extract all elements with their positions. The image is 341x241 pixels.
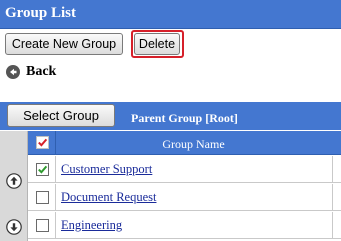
group-name-link[interactable]: Engineering <box>61 218 122 233</box>
table-row: Document Request <box>28 184 341 211</box>
title-bar: Group List <box>0 0 341 29</box>
row-checkbox-cell <box>28 184 56 210</box>
table-row: Engineering <box>28 212 341 239</box>
group-name-link[interactable]: Document Request <box>61 190 156 205</box>
table-row: Customer Support <box>28 156 341 183</box>
parent-group-label: Parent Group [Root] <box>131 111 238 125</box>
back-label: Back <box>26 64 57 79</box>
back-circle-arrow-icon <box>6 65 20 79</box>
column-header-group-name[interactable]: Group Name <box>56 137 331 152</box>
row-checkbox-cell <box>28 156 56 182</box>
row-checkbox[interactable] <box>36 163 49 176</box>
select-group-button[interactable]: Select Group <box>7 104 115 127</box>
select-all-cell <box>28 131 56 155</box>
table-header: Group Name <box>28 131 341 155</box>
delete-button[interactable]: Delete <box>134 33 180 55</box>
row-checkbox[interactable] <box>36 191 49 204</box>
row-tail-cell <box>332 156 341 182</box>
group-name-link[interactable]: Customer Support <box>61 162 152 177</box>
create-new-group-button[interactable]: Create New Group <box>5 33 123 55</box>
row-tail-cell <box>332 184 341 210</box>
move-up-icon[interactable] <box>6 173 22 189</box>
move-down-icon[interactable] <box>6 219 22 235</box>
select-all-checkbox[interactable] <box>36 136 49 149</box>
row-checkbox-cell <box>28 212 56 238</box>
row-checkbox[interactable] <box>36 219 49 232</box>
row-tail-cell <box>332 212 341 238</box>
page-title: Group List <box>5 5 76 21</box>
